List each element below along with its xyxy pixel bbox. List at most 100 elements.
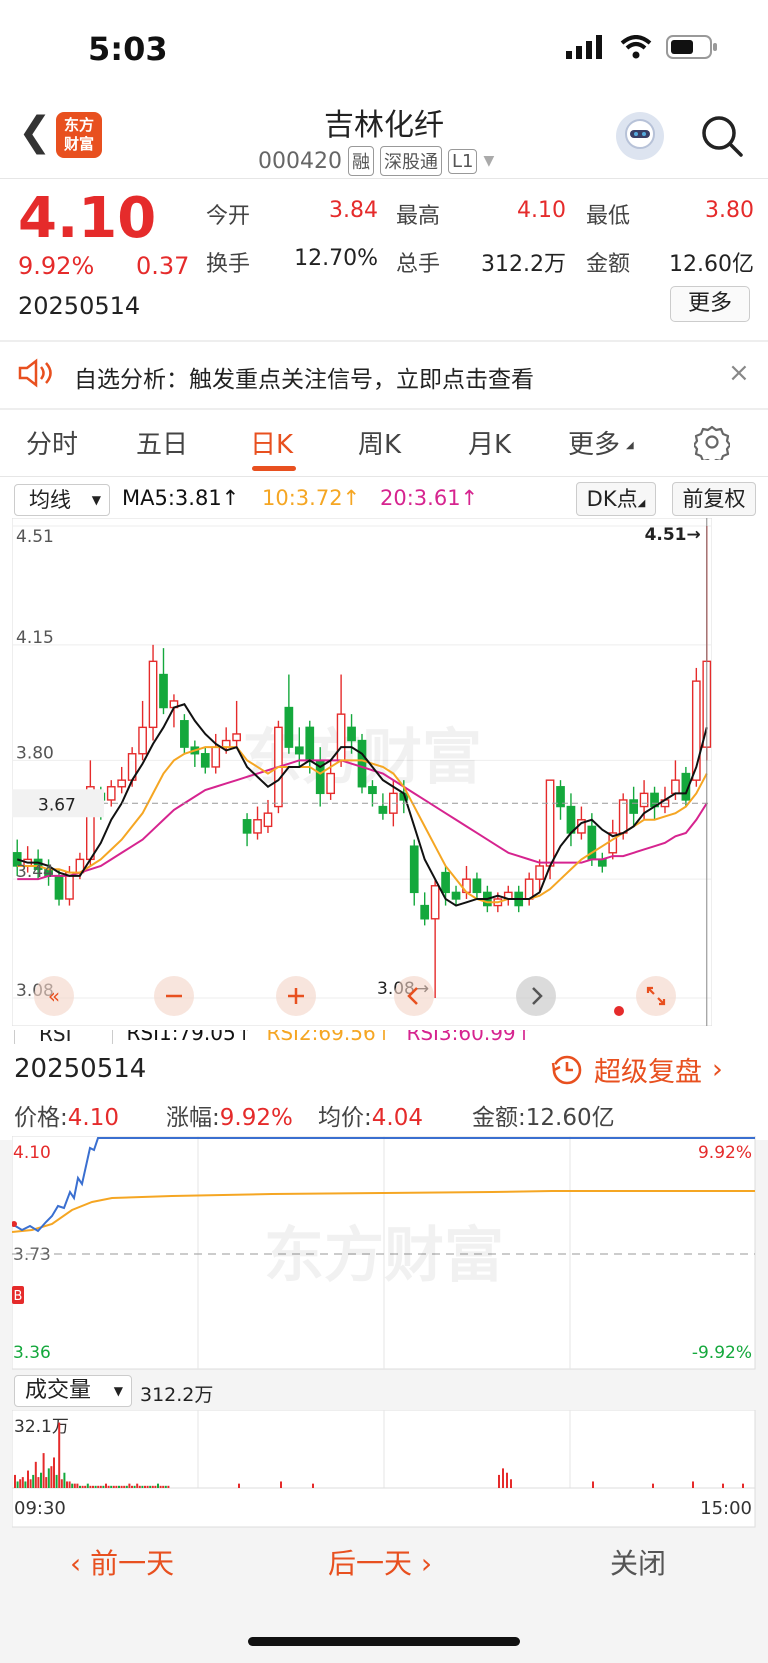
super-replay-label: 超级复盘	[594, 1057, 702, 1088]
candle-down	[409, 845, 419, 894]
current-price: 4.10	[18, 186, 157, 251]
volume-bar	[149, 1485, 152, 1488]
dk-point-button[interactable]: DK点◢	[576, 482, 656, 516]
time-end: 15:00	[700, 1498, 752, 1519]
super-replay-button[interactable]: 超级复盘 ›	[550, 1050, 723, 1089]
intraday-avg: 均价:4.04	[318, 1098, 423, 1132]
volume-chart: 32.1万 09:30 15:00	[12, 1410, 756, 1528]
volume-bar	[27, 1470, 29, 1488]
time-start: 09:30	[14, 1498, 66, 1519]
turnover-label: 换手	[206, 252, 251, 277]
volume-bar	[32, 1474, 35, 1488]
scroll-left-icon[interactable]	[394, 976, 434, 1020]
candle-up	[253, 819, 262, 834]
volume-bar	[40, 1472, 42, 1488]
volume-bar	[53, 1457, 55, 1488]
avg-label: 均价:	[318, 1105, 372, 1131]
candle-down	[305, 726, 315, 762]
candle-up	[263, 812, 273, 828]
notification-dot	[614, 1006, 624, 1016]
volume-bar	[14, 1474, 16, 1488]
quote-date: 20250514	[18, 292, 141, 320]
volume-bar	[68, 1481, 71, 1488]
rsi-select[interactable]: RSI	[14, 1030, 113, 1044]
zoom-in-icon[interactable]	[276, 976, 316, 1020]
volume-bar	[19, 1479, 22, 1488]
tab-more[interactable]: 更多	[568, 424, 620, 461]
svg-text:«: «	[48, 984, 60, 1008]
settings-gear-icon[interactable]	[692, 424, 732, 465]
scroll-start-icon[interactable]: «	[34, 976, 74, 1020]
volume-bar	[47, 1468, 50, 1488]
prev-day-label: 前一天	[90, 1547, 175, 1580]
chevron-left-icon: ‹	[70, 1547, 91, 1580]
caret-icon: ◢	[637, 498, 646, 509]
volume-bar	[105, 1483, 107, 1488]
amount-label: 金额:	[472, 1105, 526, 1131]
divider	[0, 476, 768, 477]
tab-monthly-k[interactable]: 月K	[468, 424, 511, 461]
volume-bar	[162, 1485, 165, 1488]
tag-level: L1	[447, 148, 478, 174]
volume-bar	[50, 1466, 53, 1488]
tab-intraday[interactable]: 分时	[26, 424, 78, 461]
volume-bar	[167, 1485, 170, 1488]
volume-bar	[16, 1481, 19, 1488]
volume-bar	[506, 1472, 508, 1488]
tab-more-caret-icon: ◢	[626, 440, 634, 451]
tab-five-day[interactable]: 五日	[136, 424, 188, 461]
prev-day-button[interactable]: ‹ 前一天	[70, 1542, 174, 1582]
close-icon[interactable]: ×	[728, 358, 750, 388]
candle-up	[138, 726, 147, 755]
open-value: 3.84	[329, 198, 378, 223]
candle-down	[566, 805, 576, 834]
ma5-value: MA5:3.81↑	[122, 486, 240, 510]
volume-bar	[102, 1485, 105, 1488]
scroll-right-icon[interactable]	[516, 976, 556, 1020]
more-quote-button[interactable]: 更多	[670, 286, 750, 322]
volume-bar	[652, 1483, 654, 1488]
zoom-out-icon[interactable]	[154, 976, 194, 1020]
volume-select-value: 成交量	[25, 1378, 92, 1403]
volume-bar	[141, 1485, 144, 1488]
volume-bar	[592, 1481, 594, 1488]
volume-bar	[510, 1479, 512, 1488]
forward-adjust-button[interactable]: 前复权	[672, 482, 756, 516]
assistant-avatar-icon[interactable]	[616, 112, 664, 160]
volume-bar	[66, 1481, 68, 1488]
turnover-value: 12.70%	[294, 246, 378, 271]
volume-bar	[42, 1453, 45, 1488]
avg-value: 4.04	[371, 1105, 423, 1131]
volume-bar	[76, 1483, 79, 1488]
volume-bar	[498, 1474, 500, 1488]
volume-bar	[24, 1481, 27, 1488]
indicator-select[interactable]: 均线 ▼	[14, 484, 110, 516]
volume-bar	[742, 1483, 744, 1488]
volume-bar	[120, 1485, 123, 1488]
close-button[interactable]: 关闭	[610, 1542, 666, 1582]
amount-value: 12.60亿	[525, 1105, 615, 1131]
ma10-value: 10:3.72↑	[262, 486, 361, 510]
intraday-top-left: 4.10	[13, 1143, 51, 1163]
search-icon[interactable]	[700, 114, 744, 162]
stock-subtitle[interactable]: 000420 融 深股通 L1 ▼	[258, 146, 494, 176]
volume-bar	[34, 1461, 37, 1488]
y-axis-label: 3.44	[16, 862, 54, 882]
fullscreen-icon[interactable]	[636, 976, 676, 1020]
tab-weekly-k[interactable]: 周K	[358, 424, 401, 461]
volume-bar	[312, 1483, 314, 1488]
intraday-chart[interactable]: 东方财富 4.10 3.73 3.36 9.92% -9.92% B	[12, 1136, 756, 1370]
divider	[0, 178, 768, 179]
candle-down	[368, 786, 377, 795]
chevron-down-icon: ▼	[91, 493, 101, 507]
cellular-signal-icon	[566, 35, 602, 59]
next-day-button[interactable]: 后一天 ›	[328, 1542, 432, 1582]
tab-daily-k[interactable]: 日K	[250, 424, 293, 461]
notice-text[interactable]: 自选分析：触发重点关注信号，立即点击查看	[74, 360, 534, 394]
candlestick-chart[interactable]: 东方财富3.674.514.153.803.443.084.51→3.08→	[12, 518, 756, 1026]
candle-down	[420, 904, 430, 920]
volume-select[interactable]: 成交量 ▼	[14, 1375, 132, 1407]
volume-bar	[280, 1481, 282, 1488]
intraday-price: 价格:4.10	[14, 1098, 119, 1132]
next-day-label: 后一天	[328, 1547, 413, 1580]
